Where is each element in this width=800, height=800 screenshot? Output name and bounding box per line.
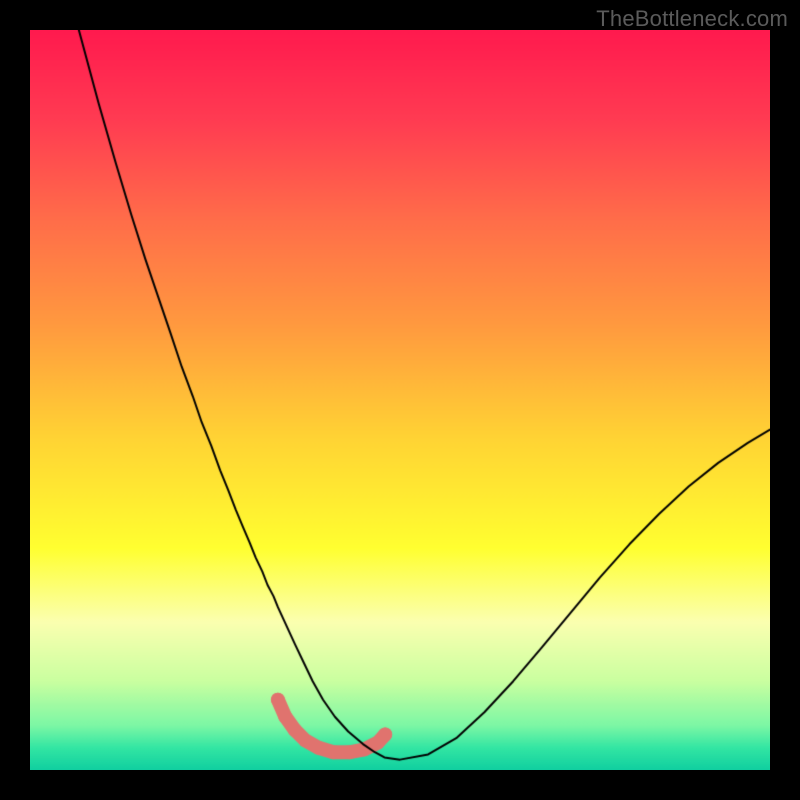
watermark-text: TheBottleneck.com <box>596 6 788 32</box>
plot-area <box>30 30 770 770</box>
chart-frame: TheBottleneck.com <box>0 0 800 800</box>
bottleneck-curve <box>30 30 770 770</box>
